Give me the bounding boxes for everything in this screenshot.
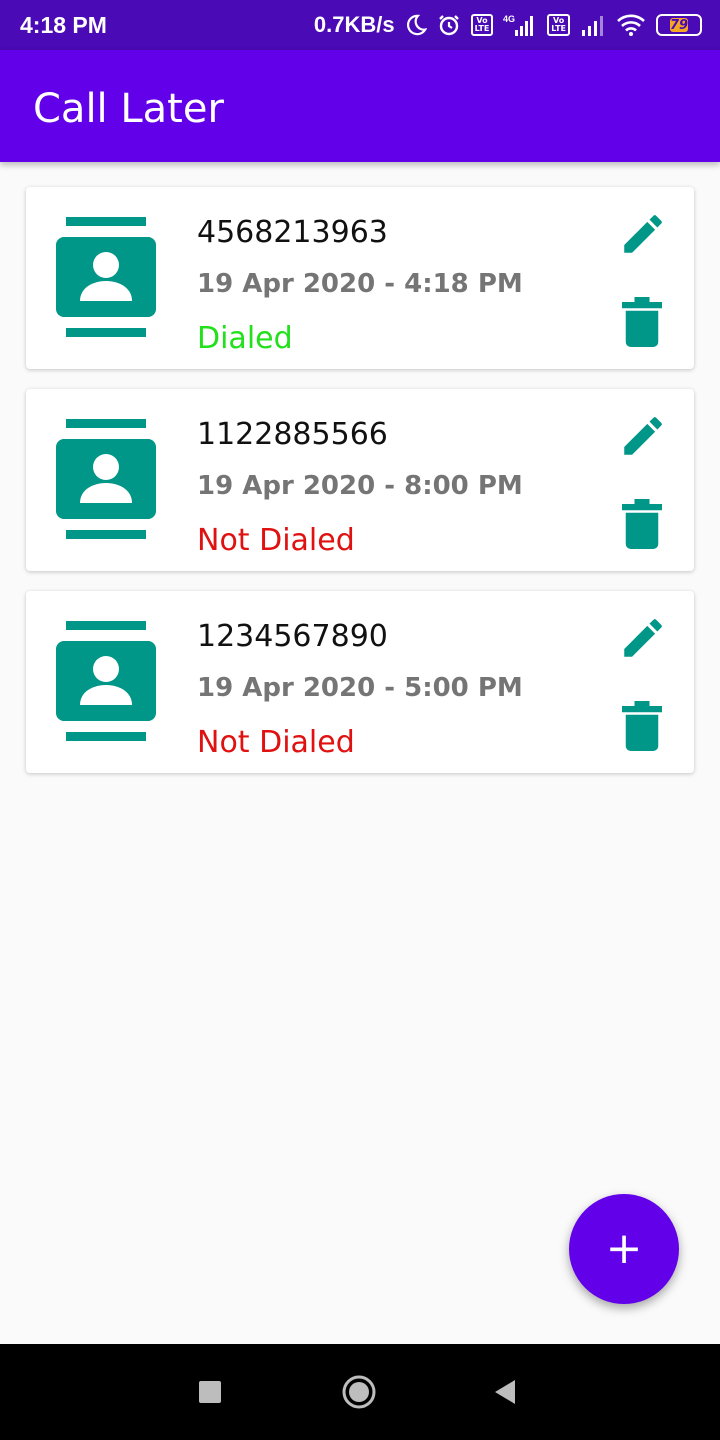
add-call-button[interactable]: + (569, 1194, 679, 1304)
status-icons: 0.7KB/s Vo LTE 4G Vo LTE 79 (314, 10, 702, 40)
phone-number: 1234567890 (197, 619, 388, 654)
contact-icon (56, 621, 156, 743)
edit-icon[interactable] (618, 209, 668, 259)
volte-icon: Vo LTE (470, 14, 494, 36)
delete-icon[interactable] (622, 499, 662, 549)
svg-text:4G: 4G (503, 14, 515, 24)
phone-number: 4568213963 (197, 215, 388, 250)
signal-icon (580, 13, 606, 37)
delete-icon[interactable] (622, 297, 662, 347)
status-bar: 4:18 PM 0.7KB/s Vo LTE 4G Vo LTE 79 (0, 0, 720, 50)
status-time: 4:18 PM (20, 12, 107, 38)
edit-icon[interactable] (618, 411, 668, 461)
back-icon[interactable] (493, 1378, 517, 1406)
moon-icon (405, 14, 427, 36)
call-status: Not Dialed (197, 523, 355, 558)
add-icon: + (605, 1223, 643, 1274)
system-nav-bar (0, 1344, 720, 1440)
battery-icon: 79 (656, 14, 702, 36)
call-status: Not Dialed (197, 725, 355, 760)
wifi-icon (616, 13, 646, 37)
call-datetime: 19 Apr 2020 - 8:00 PM (197, 471, 523, 501)
edit-icon[interactable] (618, 613, 668, 663)
home-icon[interactable] (342, 1375, 376, 1409)
call-card[interactable]: 1234567890 19 Apr 2020 - 5:00 PM Not Dia… (26, 591, 694, 773)
contact-icon (56, 217, 156, 339)
call-card[interactable]: 1122885566 19 Apr 2020 - 8:00 PM Not Dia… (26, 389, 694, 571)
delete-icon[interactable] (622, 701, 662, 751)
page-title: Call Later (33, 86, 224, 132)
app-bar: Call Later (0, 50, 720, 162)
alarm-icon (437, 13, 461, 37)
contact-icon (56, 419, 156, 541)
battery-level: 79 (669, 17, 689, 33)
call-datetime: 19 Apr 2020 - 4:18 PM (197, 269, 523, 299)
signal-4g-icon: 4G (503, 13, 537, 37)
phone-number: 1122885566 (197, 417, 388, 452)
volte-icon-2: Vo LTE (547, 14, 570, 36)
recents-icon[interactable] (199, 1381, 221, 1403)
call-card[interactable]: 4568213963 19 Apr 2020 - 4:18 PM Dialed (26, 187, 694, 369)
net-speed: 0.7KB/s (313, 12, 395, 37)
call-status: Dialed (197, 321, 293, 356)
call-datetime: 19 Apr 2020 - 5:00 PM (197, 673, 523, 703)
